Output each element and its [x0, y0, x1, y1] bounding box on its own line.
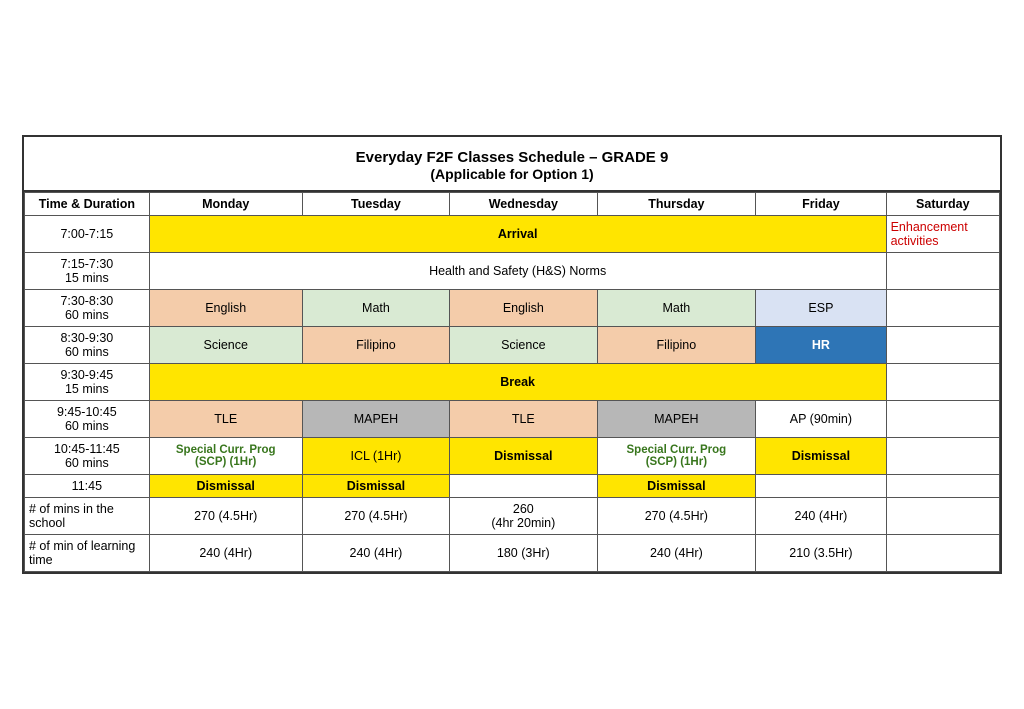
thursday-mapeh: MAPEH	[597, 401, 756, 438]
row-830: 8:30-9:30 60 mins Science Filipino Scien…	[25, 327, 1000, 364]
row-mins-school: # of mins in the school 270 (4.5Hr) 270 …	[25, 498, 1000, 535]
row-945: 9:45-10:45 60 mins TLE MAPEH TLE MAPEH A…	[25, 401, 1000, 438]
sub-title: (Applicable for Option 1)	[32, 166, 992, 182]
friday-mins-school: 240 (4Hr)	[756, 498, 886, 535]
health-cell: Health and Safety (H&S) Norms	[149, 253, 886, 290]
time-1145: 11:45	[25, 475, 150, 498]
monday-tle: TLE	[149, 401, 302, 438]
label-mins-school: # of mins in the school	[25, 498, 150, 535]
friday-dismissal-1045: Dismissal	[756, 438, 886, 475]
wednesday-learning: 180 (3Hr)	[450, 535, 597, 572]
time-730: 7:30-8:30 60 mins	[25, 290, 150, 327]
saturday-mins-school	[886, 498, 999, 535]
friday-hr: HR	[756, 327, 886, 364]
header-row: Time & Duration Monday Tuesday Wednesday…	[25, 193, 1000, 216]
wednesday-english: English	[450, 290, 597, 327]
arrival-cell: Arrival	[149, 216, 886, 253]
row-1045: 10:45-11:45 60 mins Special Curr. Prog(S…	[25, 438, 1000, 475]
monday-science: Science	[149, 327, 302, 364]
friday-esp: ESP	[756, 290, 886, 327]
wednesday-mins-school: 260(4hr 20min)	[450, 498, 597, 535]
friday-ap: AP (90min)	[756, 401, 886, 438]
header-friday: Friday	[756, 193, 886, 216]
saturday-945	[886, 401, 999, 438]
row-learning-time: # of min of learning time 240 (4Hr) 240 …	[25, 535, 1000, 572]
monday-scp: Special Curr. Prog(SCP) (1Hr)	[149, 438, 302, 475]
monday-dismissal: Dismissal	[149, 475, 302, 498]
header-monday: Monday	[149, 193, 302, 216]
header-thursday: Thursday	[597, 193, 756, 216]
thursday-dismissal: Dismissal	[597, 475, 756, 498]
thursday-mins-school: 270 (4.5Hr)	[597, 498, 756, 535]
monday-english: English	[149, 290, 302, 327]
header-time: Time & Duration	[25, 193, 150, 216]
saturday-1145	[886, 475, 999, 498]
break-cell: Break	[149, 364, 886, 401]
saturday-health	[886, 253, 999, 290]
time-break: 9:30-9:45 15 mins	[25, 364, 150, 401]
tuesday-icl: ICL (1Hr)	[302, 438, 449, 475]
time-945: 9:45-10:45 60 mins	[25, 401, 150, 438]
saturday-730	[886, 290, 999, 327]
friday-learning: 210 (3.5Hr)	[756, 535, 886, 572]
time-1045: 10:45-11:45 60 mins	[25, 438, 150, 475]
row-730: 7:30-8:30 60 mins English Math English M…	[25, 290, 1000, 327]
row-health: 7:15-7:30 15 mins Health and Safety (H&S…	[25, 253, 1000, 290]
wednesday-dismissal-1045: Dismissal	[450, 438, 597, 475]
label-learning-time: # of min of learning time	[25, 535, 150, 572]
tuesday-filipino: Filipino	[302, 327, 449, 364]
thursday-math: Math	[597, 290, 756, 327]
saturday-830	[886, 327, 999, 364]
wednesday-tle: TLE	[450, 401, 597, 438]
friday-1145	[756, 475, 886, 498]
time-arrival: 7:00-7:15	[25, 216, 150, 253]
main-title: Everyday F2F Classes Schedule – GRADE 9	[32, 149, 992, 166]
monday-mins-school: 270 (4.5Hr)	[149, 498, 302, 535]
time-830: 8:30-9:30 60 mins	[25, 327, 150, 364]
schedule-title: Everyday F2F Classes Schedule – GRADE 9 …	[24, 137, 1000, 192]
wednesday-science: Science	[450, 327, 597, 364]
header-saturday: Saturday	[886, 193, 999, 216]
thursday-filipino: Filipino	[597, 327, 756, 364]
saturday-learning	[886, 535, 999, 572]
monday-learning: 240 (4Hr)	[149, 535, 302, 572]
tuesday-learning: 240 (4Hr)	[302, 535, 449, 572]
header-tuesday: Tuesday	[302, 193, 449, 216]
time-health: 7:15-7:30 15 mins	[25, 253, 150, 290]
row-break: 9:30-9:45 15 mins Break	[25, 364, 1000, 401]
row-1145: 11:45 Dismissal Dismissal Dismissal	[25, 475, 1000, 498]
row-arrival: 7:00-7:15 Arrival Enhancementactivities	[25, 216, 1000, 253]
header-wednesday: Wednesday	[450, 193, 597, 216]
saturday-1045	[886, 438, 999, 475]
tuesday-math: Math	[302, 290, 449, 327]
saturday-break	[886, 364, 999, 401]
tuesday-dismissal: Dismissal	[302, 475, 449, 498]
wednesday-1145	[450, 475, 597, 498]
thursday-learning: 240 (4Hr)	[597, 535, 756, 572]
thursday-scp: Special Curr. Prog(SCP) (1Hr)	[597, 438, 756, 475]
schedule-container: Everyday F2F Classes Schedule – GRADE 9 …	[22, 135, 1002, 574]
schedule-table: Time & Duration Monday Tuesday Wednesday…	[24, 192, 1000, 572]
tuesday-mins-school: 270 (4.5Hr)	[302, 498, 449, 535]
saturday-enhancement: Enhancementactivities	[886, 216, 999, 253]
tuesday-mapeh: MAPEH	[302, 401, 449, 438]
